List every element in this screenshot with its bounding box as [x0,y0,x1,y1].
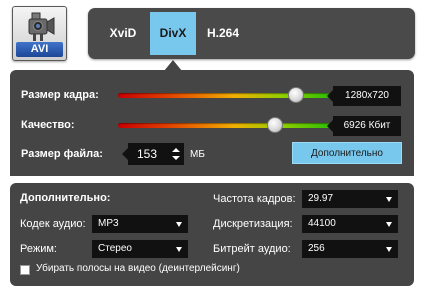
codec-tab-bar: XviD DivX H.264 [88,8,415,59]
dropdown-arrow-icon [386,222,392,227]
spin-up-icon[interactable] [172,148,180,152]
frame-size-slider[interactable] [118,87,330,103]
format-badge: AVI [16,42,63,57]
fps-value: 29.97 [308,193,334,204]
dropdown-arrow-icon [386,247,392,252]
sample-rate-select[interactable]: 44100 [302,215,398,233]
sample-rate-value: 44100 [308,218,336,229]
fps-select[interactable]: 29.97 [302,190,398,208]
file-size-unit: МБ [190,149,205,160]
quality-slider[interactable] [118,117,330,133]
audio-codec-label: Кодек аудио: [20,218,86,230]
advanced-title: Дополнительно: [20,192,111,204]
file-size-stepper[interactable]: 153 [122,143,184,165]
dropdown-arrow-icon [176,222,182,227]
dropdown-arrow-icon [386,197,392,202]
frame-size-value: 1280x720 [327,86,401,106]
quality-label: Качество: [21,119,75,131]
fps-label: Частота кадров: [213,193,296,205]
file-size-label: Размер файла: [21,148,103,160]
advanced-button[interactable]: Дополнительно [292,142,402,164]
advanced-settings-panel: Дополнительно: Кодек аудио: MP3 Режим: С… [10,183,414,286]
audio-codec-select[interactable]: MP3 [92,215,188,233]
tab-divx[interactable]: DivX [150,12,196,55]
frame-size-slider-thumb[interactable] [288,87,305,103]
mode-select[interactable]: Стерео [92,240,188,258]
audio-bitrate-label: Битрейт аудио: [213,243,291,255]
quality-slider-thumb[interactable] [266,117,283,133]
deinterlace-label[interactable]: Убирать полосы на видео (деинтерлейсинг) [36,263,240,274]
video-settings-panel: Размер кадра: 1280x720 Качество: 6926 Кб… [10,70,414,176]
audio-codec-value: MP3 [98,218,119,229]
sample-rate-label: Дискретизация: [213,218,293,230]
format-avi-icon[interactable]: AVI [12,6,67,61]
tab-h264[interactable]: H.264 [200,12,246,55]
mode-label: Режим: [20,243,57,255]
audio-bitrate-value: 256 [308,243,325,254]
file-size-value: 153 [137,147,158,161]
spin-down-icon[interactable] [172,156,180,160]
tab-xvid[interactable]: XviD [100,12,146,55]
dropdown-arrow-icon [176,247,182,252]
video-camera-icon [28,12,55,41]
mode-value: Стерео [98,243,132,254]
deinterlace-checkbox[interactable] [20,265,30,275]
audio-bitrate-select[interactable]: 256 [302,240,398,258]
frame-size-label: Размер кадра: [21,89,99,101]
quality-value: 6926 Кбит [327,116,401,136]
